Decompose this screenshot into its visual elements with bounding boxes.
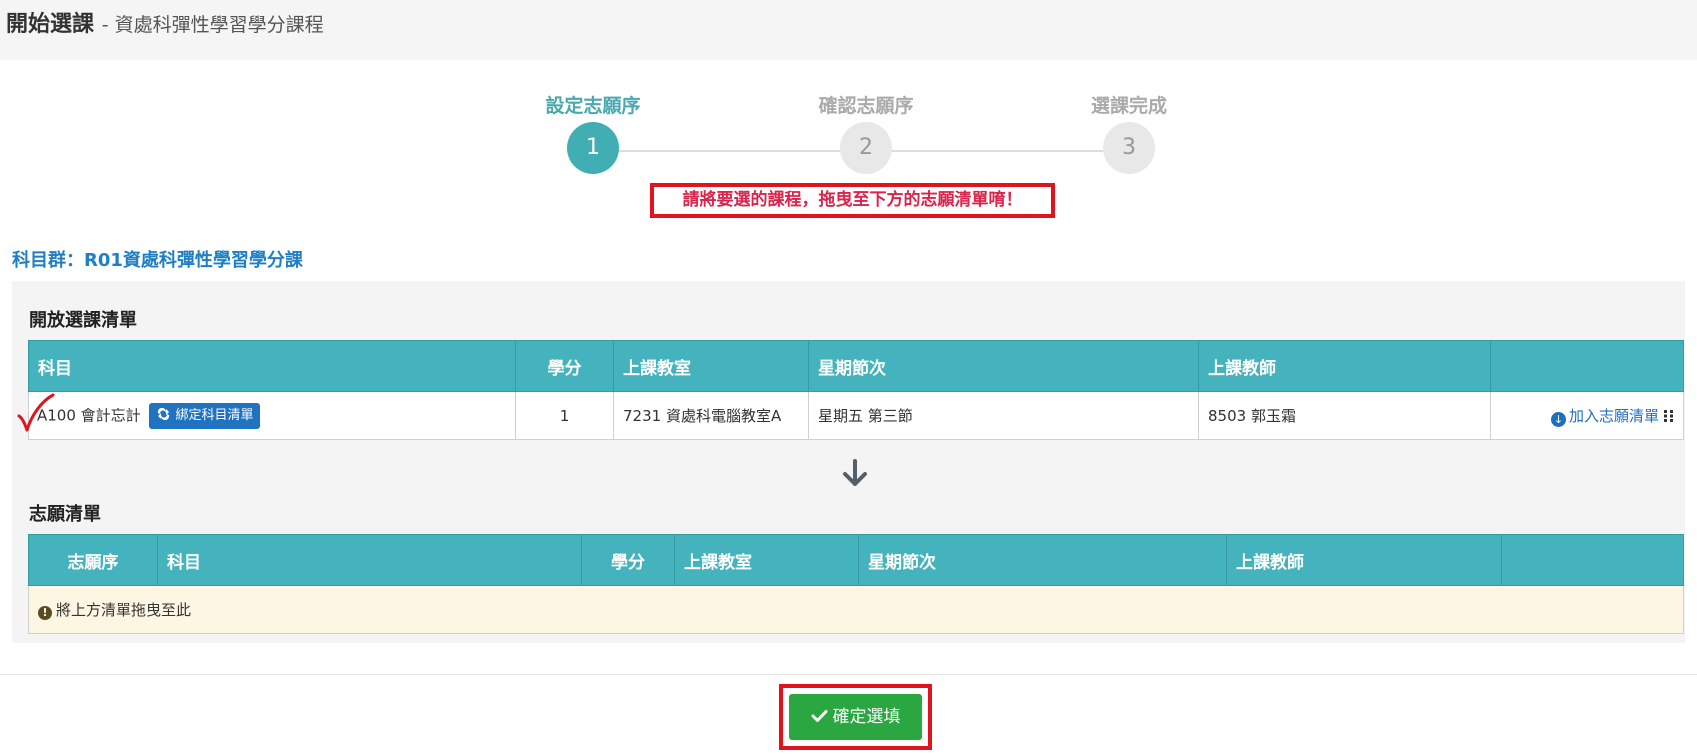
subject-group-title: 科目群：R01資處科彈性學習學分課: [12, 250, 303, 271]
page-title-main: 開始選課: [6, 12, 95, 37]
col-header-subject: 科目: [28, 340, 516, 392]
step-3-label: 選課完成: [1090, 95, 1167, 117]
confirm-selection-button[interactable]: 確定選填: [789, 694, 922, 740]
open-course-table: 科目 學分 上課教室 星期節次 上課教師 A100 會計忘計 綁定科目清單 1 …: [28, 340, 1684, 440]
bind-subject-list-button[interactable]: 綁定科目清單: [149, 402, 261, 429]
col-header-priority: 志願序: [28, 534, 158, 586]
course-credits: 1: [515, 391, 614, 440]
col-header-credits: 學分: [515, 340, 614, 392]
footer-divider: [0, 674, 1697, 675]
check-icon: [811, 710, 827, 722]
step-1-label: 設定志願序: [545, 95, 641, 117]
col-header-action: [1501, 534, 1684, 586]
col-header-teacher: 上課教師: [1226, 534, 1502, 586]
confirm-selection-label: 確定選填: [832, 707, 901, 727]
arrow-down-icon: [843, 459, 867, 486]
col-header-action: [1490, 340, 1684, 392]
open-list-heading: 開放選課清單: [29, 310, 137, 331]
step-1: 設定志願序 1: [513, 91, 673, 174]
add-to-wishlist-label: 加入志願清單: [1568, 406, 1659, 425]
step-3-circle: 3: [1103, 122, 1155, 174]
col-header-subject: 科目: [157, 534, 582, 586]
step-3: 選課完成 3: [1049, 91, 1209, 174]
col-header-classroom: 上課教室: [613, 340, 809, 392]
step-2: 確認志願序 2: [786, 91, 946, 174]
course-schedule: 星期五 第三節: [808, 391, 1199, 440]
open-table-header-row: 科目 學分 上課教室 星期節次 上課教師: [28, 340, 1684, 392]
course-subject-cell: A100 會計忘計 綁定科目清單: [28, 391, 516, 440]
table-row[interactable]: A100 會計忘計 綁定科目清單 1 7231 資處科電腦教室A 星期五 第三節…: [28, 391, 1684, 440]
drag-hint-message: 請將要選的課程，拖曳至下方的志願清單唷！: [650, 183, 1055, 218]
page-subtitle: - 資處科彈性學習學分課程: [101, 14, 324, 36]
grip-icon[interactable]: [1664, 409, 1674, 422]
col-header-schedule: 星期節次: [858, 534, 1227, 586]
course-action-cell: ↓ 加入志願清單: [1490, 391, 1684, 440]
exchange-icon: [158, 407, 170, 420]
exclamation-circle-icon: !: [38, 606, 52, 620]
col-header-teacher: 上課教師: [1198, 340, 1491, 392]
bind-subject-list-label: 綁定科目清單: [175, 407, 254, 423]
wishlist-drop-zone[interactable]: ! 將上方清單拖曳至此: [28, 585, 1684, 634]
wishlist-empty-message: 將上方清單拖曳至此: [56, 601, 192, 619]
col-header-credits: 學分: [581, 534, 675, 586]
col-header-schedule: 星期節次: [808, 340, 1199, 392]
arrow-circle-down-icon: ↓: [1550, 411, 1566, 427]
col-header-classroom: 上課教室: [674, 534, 859, 586]
wishlist-heading: 志願清單: [29, 504, 101, 525]
course-classroom: 7231 資處科電腦教室A: [613, 391, 809, 440]
wishlist-empty-cell: ! 將上方清單拖曳至此: [28, 585, 1684, 634]
page-title: 開始選課 - 資處科彈性學習學分課程: [6, 6, 324, 38]
confirm-button-highlight: 確定選填: [779, 684, 932, 750]
step-2-label: 確認志願序: [818, 95, 914, 117]
wishlist-header-row: 志願序 科目 學分 上課教室 星期節次 上課教師: [28, 534, 1684, 586]
step-1-circle: 1: [567, 122, 619, 174]
wishlist-table: 志願序 科目 學分 上課教室 星期節次 上課教師 ! 將上方清單拖曳至此: [28, 534, 1684, 634]
course-teacher: 8503 郭玉霜: [1198, 391, 1491, 440]
checkmark-annotation-icon: [17, 393, 55, 432]
step-2-circle: 2: [840, 122, 892, 174]
add-to-wishlist-link[interactable]: ↓ 加入志願清單: [1550, 405, 1674, 427]
